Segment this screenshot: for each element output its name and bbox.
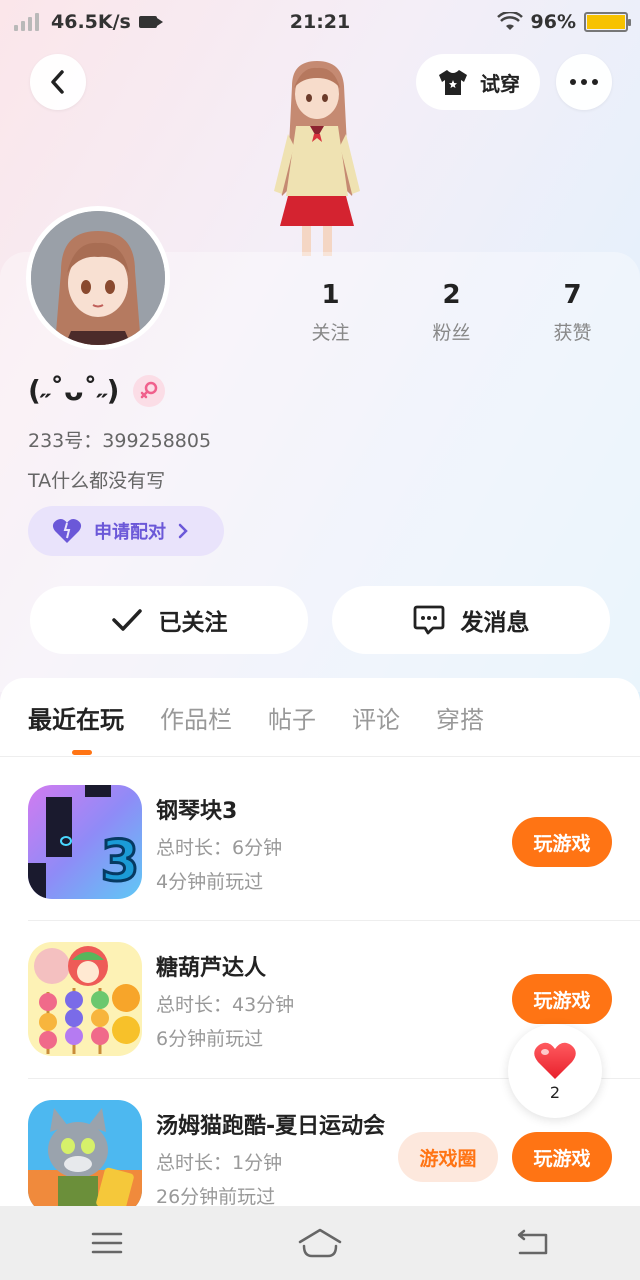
game-duration: 总时长：1分钟 bbox=[156, 1152, 283, 1174]
home-button[interactable] bbox=[280, 1213, 360, 1273]
user-id: 233号：399258805 bbox=[28, 430, 212, 452]
purple-heart-icon bbox=[52, 519, 82, 543]
stat-label: 获赞 bbox=[553, 322, 592, 344]
divider bbox=[0, 756, 640, 757]
stat-likes[interactable]: 7 获赞 bbox=[512, 280, 633, 345]
return-icon bbox=[518, 1229, 548, 1255]
tshirt-icon bbox=[439, 70, 467, 95]
stat-number: 1 bbox=[321, 280, 340, 310]
tab-works[interactable]: 作品栏 bbox=[160, 700, 232, 735]
system-nav-bar bbox=[0, 1206, 640, 1280]
chevron-right-icon bbox=[178, 523, 188, 539]
tab-outfits[interactable]: 穿搭 bbox=[436, 700, 484, 735]
try-on-label: 试穿 bbox=[480, 71, 520, 96]
play-game-button[interactable]: 玩游戏 bbox=[512, 1132, 612, 1182]
heart-icon bbox=[534, 1042, 576, 1079]
home-icon bbox=[298, 1228, 342, 1258]
character-avatar-image bbox=[274, 61, 360, 256]
tab-bar: 最近在玩 作品栏 帖子 评论 穿搭 bbox=[28, 700, 484, 735]
game-title: 汤姆猫跑酷-夏日运动会 bbox=[156, 1114, 386, 1139]
game-duration: 总时长：6分钟 bbox=[156, 837, 283, 859]
game-last-played: 6分钟前玩过 bbox=[156, 1028, 264, 1050]
followed-label: 已关注 bbox=[158, 610, 228, 636]
game-title: 糖葫芦达人 bbox=[156, 956, 267, 981]
chat-bubble-icon bbox=[413, 605, 444, 635]
avatar-image bbox=[31, 211, 165, 345]
active-tab-indicator bbox=[72, 750, 92, 755]
avatar[interactable] bbox=[26, 206, 170, 350]
stat-following[interactable]: 1 关注 bbox=[270, 280, 391, 345]
user-bio: TA什么都没有写 bbox=[28, 470, 166, 492]
nickname-row: (˶˚ᴗ˚˶) bbox=[28, 374, 166, 407]
apply-pair-label: 申请配对 bbox=[94, 522, 166, 543]
divider bbox=[28, 920, 640, 921]
game-title: 钢琴块3 bbox=[156, 799, 238, 824]
apply-pair-button[interactable]: 申请配对 bbox=[28, 506, 224, 556]
more-options-button[interactable] bbox=[556, 54, 612, 110]
svg-text:3: 3 bbox=[101, 829, 140, 894]
like-button[interactable]: 2 bbox=[508, 1024, 602, 1118]
like-count: 2 bbox=[549, 1082, 561, 1102]
back-button[interactable] bbox=[30, 54, 86, 110]
tab-comments[interactable]: 评论 bbox=[352, 700, 400, 735]
stat-number: 7 bbox=[563, 280, 582, 310]
battery-icon bbox=[584, 12, 631, 32]
play-game-button[interactable]: 玩游戏 bbox=[512, 817, 612, 867]
talking-tom-game-icon bbox=[28, 1100, 142, 1214]
send-message-button[interactable]: 发消息 bbox=[332, 586, 610, 654]
wifi-icon bbox=[496, 12, 523, 30]
game-last-played: 4分钟前玩过 bbox=[156, 871, 264, 893]
send-message-label: 发消息 bbox=[460, 610, 530, 636]
play-game-button[interactable]: 玩游戏 bbox=[512, 974, 612, 1024]
candied-haws-game-icon bbox=[28, 942, 142, 1056]
stat-followers[interactable]: 2 粉丝 bbox=[391, 280, 512, 345]
stat-number: 2 bbox=[442, 280, 461, 310]
stat-label: 粉丝 bbox=[432, 322, 471, 344]
back-arrow-icon bbox=[51, 70, 64, 94]
stat-label: 关注 bbox=[311, 322, 350, 344]
back-nav-button[interactable] bbox=[493, 1213, 573, 1273]
try-on-button[interactable]: 试穿 bbox=[416, 54, 540, 110]
game-circle-button[interactable]: 游戏圈 bbox=[398, 1132, 498, 1182]
piano-tiles-game-icon: 3 bbox=[28, 785, 142, 899]
tab-posts[interactable]: 帖子 bbox=[268, 700, 316, 735]
battery-percent: 96% bbox=[530, 11, 576, 33]
profile-stats: 1 关注 2 粉丝 7 获赞 bbox=[270, 280, 640, 345]
status-bar: 46.5K/s 21:21 96% bbox=[0, 0, 640, 44]
female-gender-icon bbox=[133, 374, 166, 407]
menu-icon bbox=[91, 1232, 122, 1254]
game-duration: 总时长：43分钟 bbox=[156, 994, 295, 1016]
followed-button[interactable]: 已关注 bbox=[30, 586, 308, 654]
game-last-played: 26分钟前玩过 bbox=[156, 1186, 276, 1208]
menu-button[interactable] bbox=[67, 1213, 147, 1273]
nickname: (˶˚ᴗ˚˶) bbox=[28, 374, 120, 407]
tab-recently-played[interactable]: 最近在玩 bbox=[28, 700, 124, 735]
checkmark-icon bbox=[111, 609, 142, 631]
